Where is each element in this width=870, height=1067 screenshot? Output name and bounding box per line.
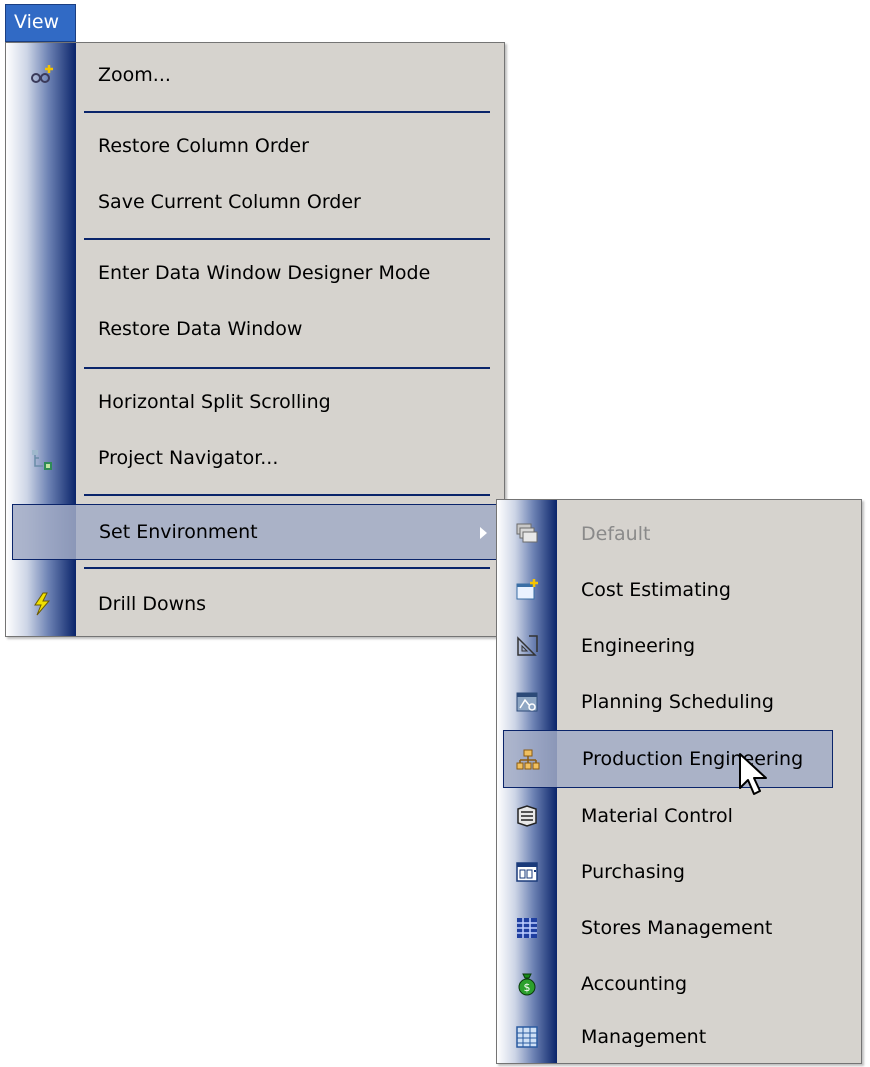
submenu-item-label: Material Control — [581, 805, 733, 827]
submenu-item-cost-estimating[interactable]: Cost Estimating — [497, 562, 861, 618]
mouse-cursor-icon — [739, 753, 767, 795]
submenu-item-engineering[interactable]: Engineering — [497, 618, 861, 674]
spreadsheet-icon — [516, 1026, 538, 1048]
view-menu: Zoom... Restore Column Order Save Curren… — [5, 42, 505, 637]
menu-item-label: Drill Downs — [98, 593, 207, 615]
submenu-item-label: Management — [581, 1026, 707, 1048]
submenu-item-label: Engineering — [581, 635, 695, 657]
menu-separator — [84, 367, 490, 369]
submenu-item-label: Stores Management — [581, 917, 773, 939]
menu-separator — [84, 238, 490, 240]
menu-item-project-navigator[interactable]: Project Navigator... — [6, 430, 504, 486]
submenu-item-purchasing[interactable]: Purchasing — [497, 844, 861, 900]
lightning-icon — [34, 592, 51, 616]
money-bag-icon: $ — [518, 973, 536, 996]
menubar-view-label: View — [14, 11, 60, 33]
menu-separator — [84, 567, 490, 569]
menu-item-horizontal-split-scrolling[interactable]: Horizontal Split Scrolling — [6, 374, 504, 430]
svg-text:$: $ — [524, 981, 531, 994]
submenu-item-accounting[interactable]: $ Accounting — [497, 956, 861, 1012]
submenu-item-label: Planning Scheduling — [581, 691, 774, 713]
submenu-item-label: Default — [581, 523, 651, 545]
submenu-item-label: Purchasing — [581, 861, 685, 883]
stacked-windows-icon — [516, 523, 538, 543]
menu-item-restore-column-order[interactable]: Restore Column Order — [6, 118, 504, 174]
menu-item-drill-downs[interactable]: Drill Downs — [6, 575, 504, 633]
grid-blocks-icon — [517, 918, 537, 938]
menu-separator — [84, 494, 490, 496]
submenu-item-material-control[interactable]: Material Control — [497, 788, 861, 844]
new-window-icon — [516, 579, 538, 600]
menu-item-label: Enter Data Window Designer Mode — [98, 262, 431, 284]
submenu-item-default[interactable]: Default — [497, 506, 861, 562]
menu-item-zoom[interactable]: Zoom... — [6, 45, 504, 105]
menu-separator — [84, 111, 490, 113]
submenu-item-management[interactable]: Management — [497, 1012, 861, 1062]
planning-window-icon — [516, 692, 538, 712]
menu-item-set-environment[interactable]: Set Environment — [12, 504, 498, 560]
submenu-item-label: Cost Estimating — [581, 579, 731, 601]
submenu-item-production-engineering[interactable]: Production Engineering — [503, 730, 833, 788]
drafting-icon — [517, 635, 538, 656]
menubar-view[interactable]: View — [5, 4, 76, 42]
menu-item-label: Horizontal Split Scrolling — [98, 391, 331, 413]
menu-item-enter-designer-mode[interactable]: Enter Data Window Designer Mode — [6, 245, 504, 301]
tree-icon — [32, 450, 52, 470]
menu-item-label: Zoom... — [98, 64, 171, 86]
submenu-item-planning-scheduling[interactable]: Planning Scheduling — [497, 674, 861, 730]
submenu-item-stores-management[interactable]: Stores Management — [497, 900, 861, 956]
zoom-glasses-icon — [31, 65, 53, 83]
submenu-item-label: Accounting — [581, 973, 688, 995]
environment-submenu: Default Cost Estimating Engineering Plan… — [496, 499, 862, 1064]
menu-item-label: Restore Data Window — [98, 318, 303, 340]
material-icon — [517, 805, 537, 827]
calendar-icon — [516, 862, 538, 882]
submenu-arrow-icon — [480, 527, 487, 539]
menu-item-restore-data-window[interactable]: Restore Data Window — [6, 301, 504, 357]
menu-item-label: Project Navigator... — [98, 447, 279, 469]
menu-item-label: Restore Column Order — [98, 135, 309, 157]
menu-item-label: Save Current Column Order — [98, 191, 361, 213]
production-icon — [516, 749, 540, 770]
menu-item-save-current-column-order[interactable]: Save Current Column Order — [6, 174, 504, 230]
menu-item-label: Set Environment — [99, 521, 258, 543]
